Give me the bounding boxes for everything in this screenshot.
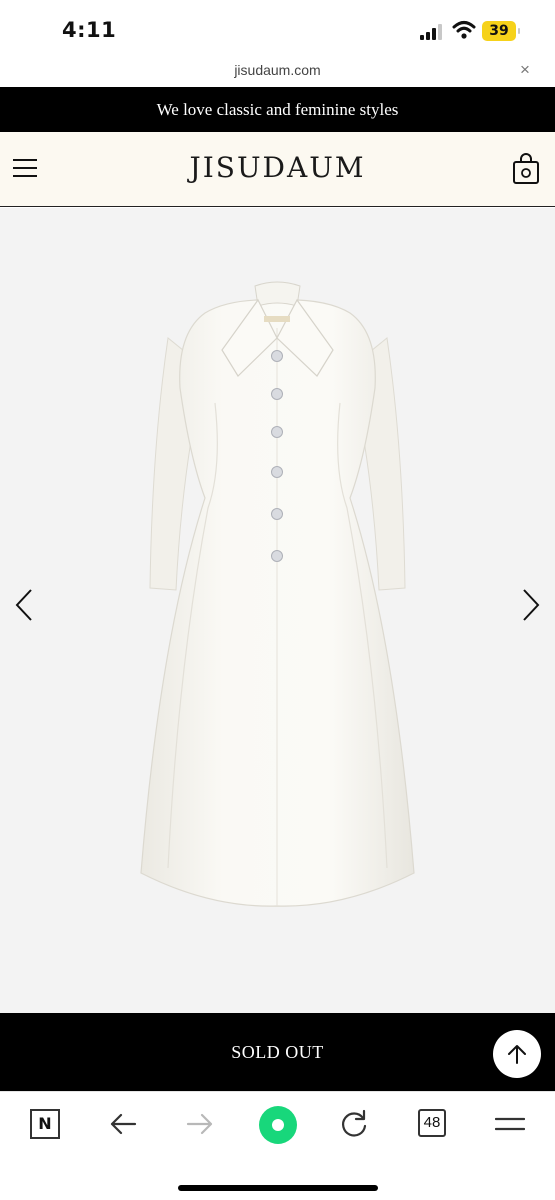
status-bar: 4:11 39 [0, 0, 555, 58]
home-indicator [178, 1185, 378, 1191]
browser-toolbar: N 48 [0, 1091, 555, 1200]
cellular-signal-icon [420, 24, 444, 40]
green-dot-button[interactable] [259, 1106, 297, 1144]
menu-lines-icon[interactable] [495, 1108, 525, 1140]
forward-arrow-icon[interactable] [185, 1108, 215, 1140]
sold-out-button[interactable]: SOLD OUT [0, 1013, 555, 1091]
wifi-icon [452, 21, 476, 39]
arrow-up-icon [508, 1045, 526, 1064]
product-image [140, 281, 415, 907]
close-icon[interactable]: × [520, 60, 530, 80]
back-arrow-icon[interactable] [108, 1108, 138, 1140]
status-time: 4:11 [62, 18, 117, 42]
naver-home-button[interactable]: N [30, 1109, 60, 1139]
url-text[interactable]: jisudaum.com [0, 62, 555, 78]
scroll-top-button[interactable] [493, 1030, 541, 1078]
brand-logo[interactable]: JISUDAUM [0, 151, 555, 184]
chevron-left-icon[interactable] [14, 588, 34, 622]
battery-indicator: 39 [482, 21, 520, 41]
shopping-bag-icon[interactable] [512, 153, 540, 185]
announcement-banner: We love classic and feminine styles [0, 87, 555, 132]
url-bar[interactable]: jisudaum.com × [0, 58, 555, 87]
chevron-right-icon[interactable] [521, 588, 541, 622]
reload-icon[interactable] [339, 1108, 369, 1140]
product-gallery[interactable] [0, 208, 555, 1013]
site-header: JISUDAUM [0, 132, 555, 207]
tabs-count-button[interactable]: 48 [418, 1109, 446, 1137]
